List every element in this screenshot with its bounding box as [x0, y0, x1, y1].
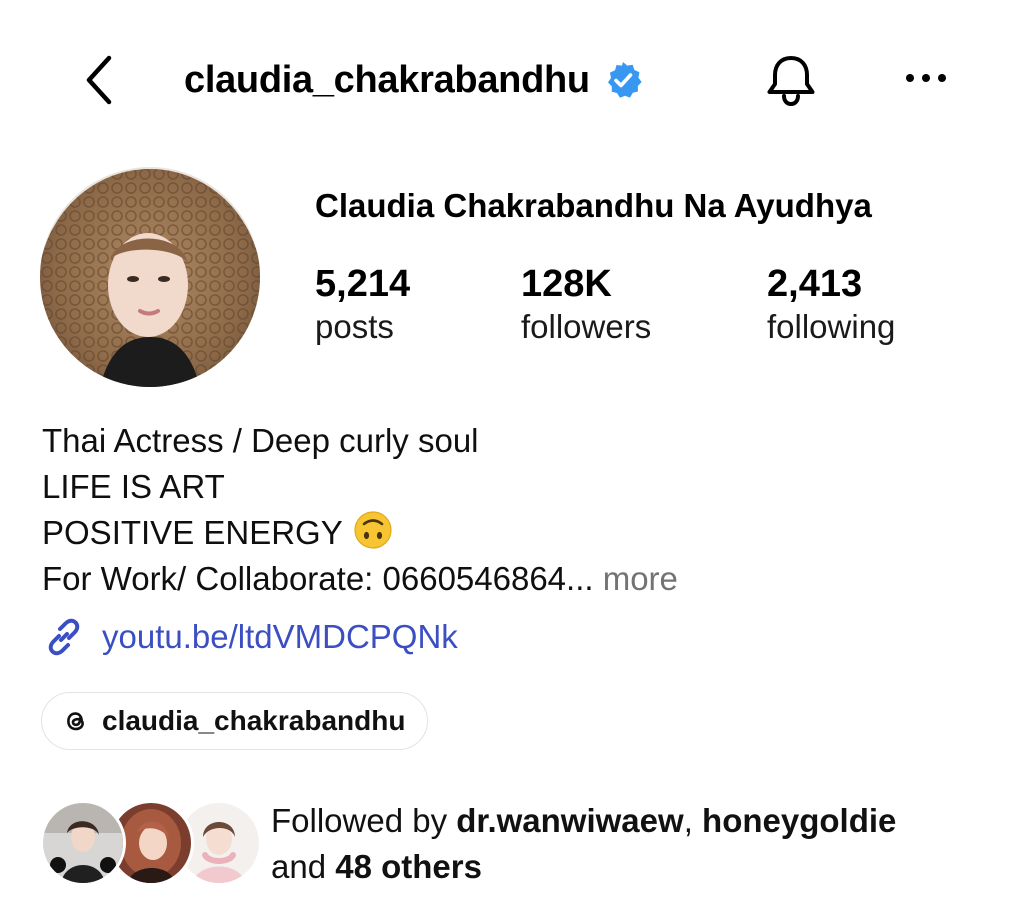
bio-line-4-text: For Work/ Collaborate: 0660546864... [42, 560, 594, 597]
following-stat[interactable]: 2,413 following [767, 262, 895, 348]
notifications-button[interactable] [762, 50, 820, 110]
followed-by-text[interactable]: Followed by dr.wanwiwaew, honeygoldie an… [271, 798, 1011, 890]
posts-label: posts [315, 308, 394, 345]
followers-count: 128K [521, 263, 612, 305]
full-name: Claudia Chakrabandhu Na Ayudhya [315, 187, 872, 224]
bio-line-3: POSITIVE ENERGY [42, 510, 1002, 556]
followed-by-prefix: Followed by [271, 802, 457, 839]
bio-line-3-text: POSITIVE ENERGY [42, 514, 343, 551]
bell-icon [767, 56, 815, 107]
threads-badge-button[interactable]: claudia_chakrabandhu [41, 692, 429, 750]
followed-by-separator: , [683, 802, 703, 839]
threads-handle: claudia_chakrabandhu [102, 705, 406, 736]
more-options-button[interactable] [900, 56, 952, 100]
link-icon [48, 618, 80, 656]
profile-photo [40, 167, 260, 387]
mutual-avatar-1 [40, 800, 126, 886]
bio-more-link[interactable]: more [594, 560, 678, 597]
back-button[interactable] [74, 50, 124, 110]
followed-by-user-2: honeygoldie [702, 802, 897, 839]
followers-label: followers [521, 308, 652, 345]
bio-line-4: For Work/ Collaborate: 0660546864... mor… [42, 556, 1002, 602]
more-horizontal-icon [906, 74, 946, 82]
mutual-followers-avatars[interactable] [40, 800, 262, 886]
followed-by-others: 48 others [335, 848, 482, 885]
upside-down-face-emoji-icon [354, 511, 392, 549]
posts-count: 5,214 [315, 263, 411, 305]
profile-header: claudia_chakrabandhu [0, 0, 1024, 150]
bio: Thai Actress / Deep curly soul LIFE IS A… [42, 418, 1002, 602]
threads-icon [67, 712, 84, 731]
bio-line-2: LIFE IS ART [42, 468, 225, 505]
followers-stat[interactable]: 128K followers [521, 262, 651, 348]
verified-badge-icon [602, 59, 644, 101]
bio-link-text: youtu.be/ltdVMDCPQNk [102, 618, 458, 655]
bio-link[interactable]: youtu.be/ltdVMDCPQNk [42, 612, 458, 662]
bio-line-1: Thai Actress / Deep curly soul [42, 422, 479, 459]
following-label: following [767, 308, 896, 345]
followed-by-user-1: dr.wanwiwaew [456, 802, 684, 839]
username-title: claudia_chakrabandhu [184, 54, 644, 106]
following-count: 2,413 [767, 263, 863, 305]
profile-avatar[interactable] [40, 167, 260, 387]
chevron-left-icon [86, 55, 112, 105]
followed-by-and: and [271, 848, 336, 885]
posts-stat[interactable]: 5,214 posts [315, 262, 410, 348]
username: claudia_chakrabandhu [184, 58, 590, 101]
